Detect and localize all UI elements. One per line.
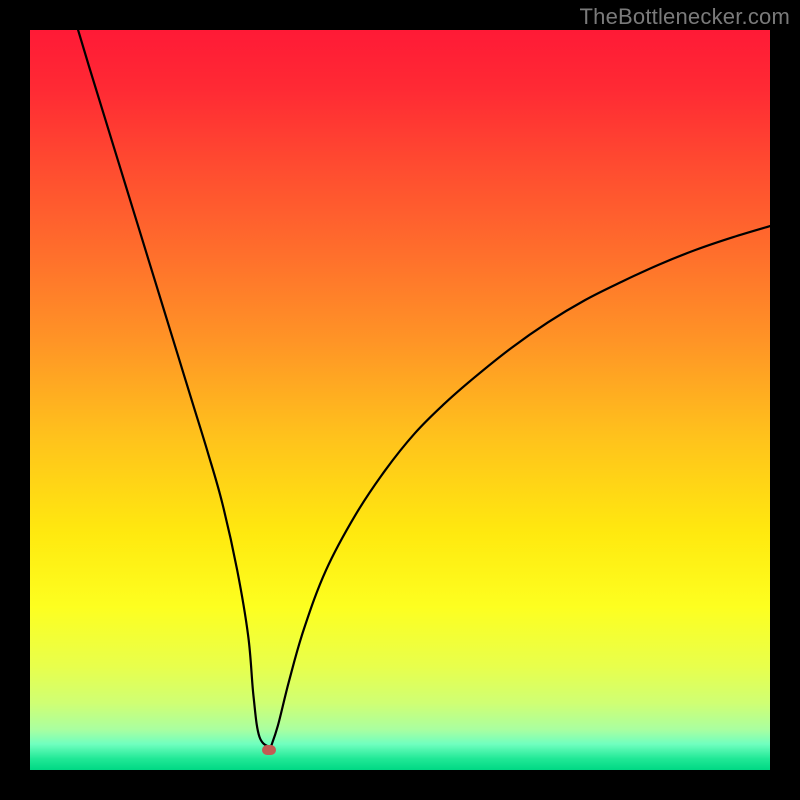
- watermark-text: TheBottlenecker.com: [580, 4, 790, 30]
- plot-area: [30, 30, 770, 770]
- bottleneck-curve: [30, 30, 770, 770]
- optimum-marker: [262, 745, 276, 755]
- chart-frame: TheBottlenecker.com: [0, 0, 800, 800]
